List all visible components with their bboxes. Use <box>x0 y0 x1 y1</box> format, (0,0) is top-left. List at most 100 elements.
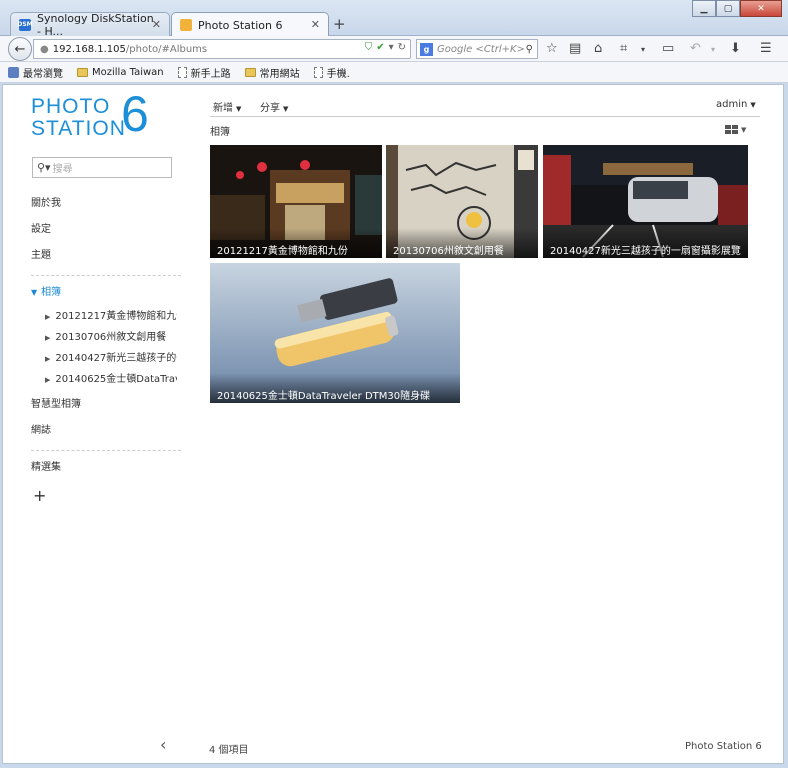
search-icon[interactable]: ⚲ <box>526 44 533 55</box>
search-placeholder: 搜尋 <box>52 164 73 175</box>
album-title: 20140625金士頓DataTraveler DTM30隨身碟 <box>210 373 460 403</box>
collapsed-triangle-icon[interactable]: ▶ <box>45 355 50 363</box>
address-bar[interactable]: ● 192.168.1.105/photo/#Albums ⛉ ✔ ▾ ↻ <box>33 39 411 59</box>
item-count: 4 個項目 <box>209 745 249 756</box>
collapsed-triangle-icon[interactable]: ▶ <box>45 313 50 321</box>
bookmark-most-visited[interactable]: 最常瀏覽 <box>8 65 63 80</box>
sidebar-item-label: 相簿 <box>41 287 62 298</box>
search-icon[interactable]: ⚲▾ <box>37 161 51 174</box>
google-icon[interactable]: g <box>420 42 433 56</box>
folder-icon <box>77 67 88 77</box>
sidebar-album-item[interactable]: ▶ 20121217黃金博物館和九份 <box>31 306 177 327</box>
add-menu-button[interactable]: 新增 ▼ <box>213 99 241 114</box>
user-name: admin <box>716 99 748 110</box>
chat-icon[interactable]: ▭ <box>662 41 674 56</box>
clipboard-icon[interactable]: ▤ <box>569 41 581 56</box>
minimize-button[interactable]: ▁ <box>692 0 716 17</box>
bookmark-star-icon[interactable]: ☆ <box>546 41 558 56</box>
url-host: 192.168.1.105 <box>52 43 126 55</box>
folder-icon <box>244 67 256 77</box>
view-mode-button[interactable]: ▼ <box>725 125 746 134</box>
dsm-favicon-icon: DSM <box>17 18 33 31</box>
browser-navbar: ← ● 192.168.1.105/photo/#Albums ⛉ ✔ ▾ ↻ … <box>0 36 788 62</box>
album-tile[interactable]: 20121217黃金博物館和九份 <box>210 145 382 258</box>
breadcrumb[interactable]: 相簿 <box>210 123 230 138</box>
divider <box>31 450 181 451</box>
download-icon[interactable]: ⬇ <box>730 41 741 56</box>
add-menu-label: 新增 <box>213 103 233 114</box>
close-window-button[interactable]: ✕ <box>740 0 782 17</box>
bookmark-label: 手機. <box>326 68 350 80</box>
sidebar-item-about[interactable]: 關於我 <box>31 191 181 217</box>
globe-icon: ● <box>40 43 49 55</box>
sidebar-item-label: 20140625金士頓DataTraveler DTM30隨身碟 <box>55 374 177 385</box>
photo-station-logo[interactable]: PHOTO STATION 6 <box>31 89 161 153</box>
user-menu-button[interactable]: admin ▼ <box>716 99 756 110</box>
close-tab-icon[interactable]: ✕ <box>152 18 161 31</box>
album-tile[interactable]: 20130706州敘文創用餐 <box>386 145 538 258</box>
home-icon[interactable]: ⌂ <box>594 41 602 56</box>
crop-icon[interactable]: ⌗ <box>620 41 627 56</box>
sidebar-search-input[interactable]: ⚲▾ 搜尋 <box>32 157 172 178</box>
maximize-button[interactable]: ▢ <box>716 0 740 17</box>
sidebar-nav: 關於我 設定 主題 ▼ 相簿 ▶ 20121217黃金博物館和九份 ▶ 2013070… <box>31 191 181 511</box>
search-bar-placeholder: Google <Ctrl+K> <box>437 43 525 55</box>
sidebar-item-settings[interactable]: 設定 <box>31 217 181 243</box>
bookmark-mozilla-taiwan[interactable]: Mozilla Taiwan <box>77 67 164 78</box>
page-icon <box>313 66 323 78</box>
sidebar-album-item[interactable]: ▶ 20140427新光三越孩子的一扇窗攝影展覽 <box>31 348 177 369</box>
collapsed-triangle-icon[interactable]: ▶ <box>45 334 50 342</box>
album-tile[interactable]: 20140427新光三越孩子的一扇窗攝影展覽 <box>543 145 748 258</box>
bookmark-label: Mozilla Taiwan <box>92 66 164 78</box>
bookmark-getting-started[interactable]: 新手上路 <box>177 65 231 80</box>
photo-station-page: PHOTO STATION 6 ⚲▾ 搜尋 關於我 設定 主題 ▼ 相簿 ▶ 201… <box>2 84 784 764</box>
search-bar[interactable]: g Google <Ctrl+K> ⚲ <box>416 39 538 59</box>
album-title: 20130706州敘文創用餐 <box>386 228 538 258</box>
dropdown-icon[interactable]: ▾ <box>389 42 394 53</box>
sidebar-album-item[interactable]: ▶ 20130706州敘文創用餐 <box>31 327 177 348</box>
tab-diskstation[interactable]: DSM Synology DiskStation - H... ✕ <box>10 11 170 38</box>
bookmark-mobile[interactable]: 手機. <box>313 65 350 80</box>
new-tab-button[interactable]: + <box>333 15 346 33</box>
share-menu-label: 分享 <box>260 103 280 114</box>
check-icon[interactable]: ✔ <box>376 42 384 53</box>
bookmark-list-icon <box>8 66 19 78</box>
caret-down-icon: ▼ <box>236 105 242 113</box>
collapse-sidebar-icon[interactable]: ‹ <box>160 735 166 754</box>
album-tile[interactable]: 20140625金士頓DataTraveler DTM30隨身碟 <box>210 263 460 403</box>
share-menu-button[interactable]: 分享 ▼ <box>260 99 288 114</box>
grid-view-icon <box>725 125 738 134</box>
main-toolbar: 新增 ▼ 分享 ▼ admin ▼ <box>210 97 760 117</box>
sidebar-item-label: 20140427新光三越孩子的一扇窗攝影展覽 <box>55 353 177 364</box>
sidebar-item-albums[interactable]: ▼ 相簿 <box>31 280 181 306</box>
reload-icon[interactable]: ↻ <box>398 42 406 53</box>
bookmark-label: 最常瀏覽 <box>23 68 63 80</box>
collapsed-triangle-icon[interactable]: ▶ <box>45 376 50 384</box>
url-path: /photo/#Albums <box>125 43 208 55</box>
crop-dropdown-icon[interactable]: ▾ <box>641 45 645 54</box>
logo-line2: STATION <box>31 117 126 140</box>
photo-station-favicon-icon <box>180 19 192 31</box>
album-title: 20121217黃金博物館和九份 <box>210 228 382 258</box>
tab-photo-station[interactable]: Photo Station 6 ✕ <box>171 12 329 37</box>
undo-icon[interactable]: ↶ <box>690 41 701 56</box>
back-button[interactable]: ← <box>8 37 32 61</box>
shield-icon[interactable]: ⛉ <box>365 42 373 53</box>
undo-dropdown-icon[interactable]: ▾ <box>711 45 715 54</box>
logo-number: 6 <box>121 86 149 142</box>
sidebar-item-themes[interactable]: 主題 <box>31 243 181 269</box>
page-icon <box>177 66 187 78</box>
tab-label: Synology DiskStation - H... <box>37 11 154 38</box>
sidebar-item-featured[interactable]: 精選集 <box>31 455 181 481</box>
sidebar-item-blog[interactable]: 網誌 <box>31 418 181 444</box>
bookmark-common-sites[interactable]: 常用網站 <box>244 65 300 80</box>
sidebar-album-item[interactable]: ▶ 20140625金士頓DataTraveler DTM30隨身碟 <box>31 369 177 390</box>
sidebar-item-label: 20121217黃金博物館和九份 <box>55 311 177 322</box>
caret-down-icon: ▼ <box>283 105 289 113</box>
add-plus-icon[interactable]: + <box>31 481 181 511</box>
close-tab-icon[interactable]: ✕ <box>311 18 320 31</box>
sidebar-item-smart-albums[interactable]: 智慧型相簿 <box>31 392 181 418</box>
expand-triangle-icon[interactable]: ▼ <box>31 288 37 297</box>
tab-label: Photo Station 6 <box>198 18 283 32</box>
menu-icon[interactable]: ☰ <box>760 41 772 56</box>
